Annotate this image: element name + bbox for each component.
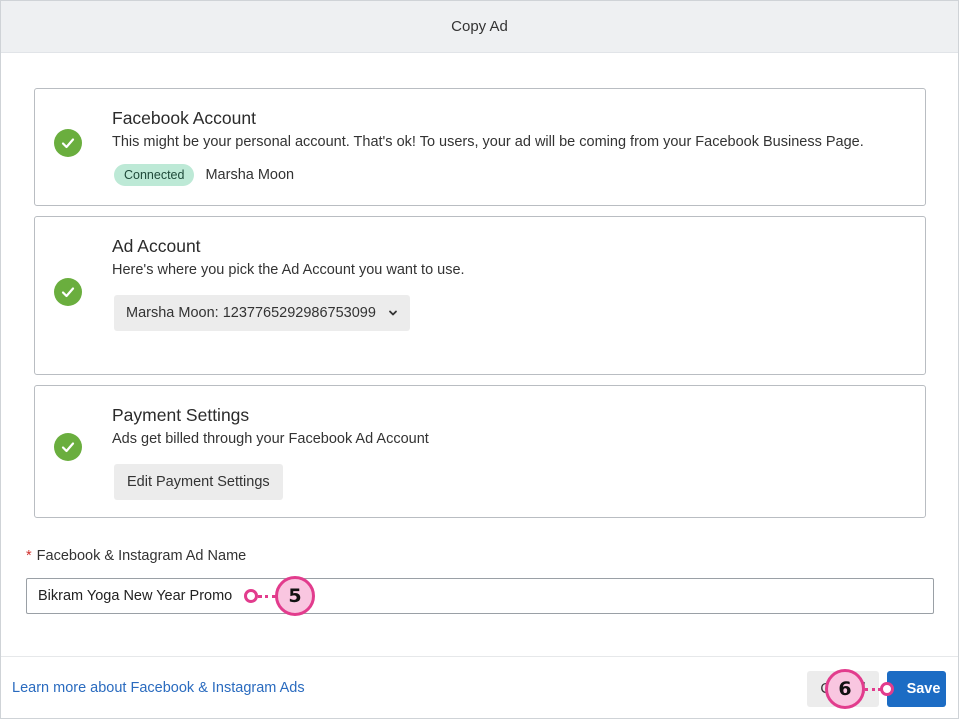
payment-settings-description: Ads get billed through your Facebook Ad … bbox=[112, 431, 429, 447]
ad-account-select[interactable]: Marsha Moon: 1237765292986753099 bbox=[114, 295, 410, 331]
ad-name-input[interactable] bbox=[26, 578, 934, 614]
check-circle-icon bbox=[54, 433, 82, 461]
learn-more-link[interactable]: Learn more about Facebook & Instagram Ad… bbox=[12, 680, 305, 696]
callout-5-badge: 5 bbox=[275, 576, 315, 616]
facebook-account-description: This might be your personal account. Tha… bbox=[112, 134, 864, 150]
callout-6-anchor bbox=[880, 682, 894, 696]
ad-name-label: * Facebook & Instagram Ad Name bbox=[26, 548, 246, 564]
payment-settings-title: Payment Settings bbox=[112, 405, 250, 425]
facebook-account-card: Facebook Account This might be your pers… bbox=[34, 88, 926, 206]
ad-account-select-value: Marsha Moon: 1237765292986753099 bbox=[126, 305, 376, 321]
connected-status-badge: Connected bbox=[114, 164, 195, 186]
chevron-down-icon bbox=[388, 308, 398, 318]
callout-5-connector bbox=[258, 595, 276, 598]
facebook-account-title: Facebook Account bbox=[112, 108, 256, 128]
modal-header: Copy Ad bbox=[1, 1, 958, 53]
check-circle-icon bbox=[54, 278, 82, 306]
callout-6-connector bbox=[865, 688, 881, 691]
ad-account-description: Here's where you pick the Ad Account you… bbox=[112, 262, 465, 278]
callout-5-anchor bbox=[244, 589, 258, 603]
modal-title: Copy Ad bbox=[451, 18, 508, 35]
save-button-label: Save bbox=[906, 681, 941, 697]
ad-account-title: Ad Account bbox=[112, 236, 201, 256]
facebook-account-name: Marsha Moon bbox=[205, 167, 295, 183]
ad-name-label-text: Facebook & Instagram Ad Name bbox=[36, 548, 247, 564]
check-circle-icon bbox=[54, 129, 82, 157]
save-button[interactable]: Save bbox=[887, 671, 946, 707]
callout-6-badge: 6 bbox=[825, 669, 865, 709]
copy-ad-modal: Copy Ad Facebook Account This might be y… bbox=[0, 0, 959, 719]
ad-account-card: Ad Account Here's where you pick the Ad … bbox=[34, 216, 926, 375]
edit-payment-settings-button[interactable]: Edit Payment Settings bbox=[114, 464, 283, 500]
payment-settings-card: Payment Settings Ads get billed through … bbox=[34, 385, 926, 518]
required-marker: * bbox=[26, 548, 32, 564]
footer-divider bbox=[1, 656, 958, 657]
